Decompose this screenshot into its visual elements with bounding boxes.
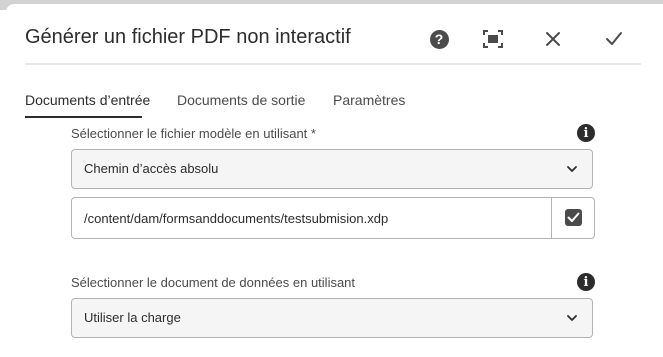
chevron-down-icon bbox=[567, 166, 577, 172]
info-icon[interactable]: i bbox=[577, 273, 595, 291]
data-document-field-label: Sélectionner le document de données en u… bbox=[71, 275, 356, 290]
template-field-label: Sélectionner le fichier modèle en utilis… bbox=[71, 126, 316, 141]
tab-output-documents[interactable]: Documents de sortie bbox=[177, 92, 305, 108]
checkmark-icon bbox=[567, 212, 580, 222]
path-divider bbox=[551, 198, 552, 238]
header-divider bbox=[25, 63, 641, 65]
template-source-select[interactable]: Chemin d’accès absolu bbox=[71, 149, 593, 189]
data-document-select[interactable]: Utiliser la charge bbox=[71, 298, 593, 338]
tab-input-documents[interactable]: Documents d’entrée bbox=[25, 92, 150, 108]
template-path-input[interactable] bbox=[72, 198, 552, 238]
info-icon[interactable]: i bbox=[577, 124, 595, 142]
template-source-value: Chemin d’accès absolu bbox=[84, 161, 219, 176]
check-icon bbox=[606, 32, 622, 45]
done-button[interactable] bbox=[602, 27, 626, 51]
close-icon bbox=[546, 32, 560, 46]
data-document-value: Utiliser la charge bbox=[84, 310, 181, 325]
help-button[interactable]: ? bbox=[427, 27, 451, 51]
fit-to-screen-icon bbox=[483, 30, 503, 48]
template-path-row bbox=[71, 197, 595, 239]
chevron-down-icon bbox=[567, 315, 577, 321]
active-tab-indicator bbox=[25, 116, 142, 118]
fullscreen-button[interactable] bbox=[481, 27, 505, 51]
path-checkbox[interactable] bbox=[565, 209, 582, 226]
dialog-title: Générer un fichier PDF non interactif bbox=[25, 26, 351, 48]
help-icon: ? bbox=[429, 29, 449, 49]
close-button[interactable] bbox=[541, 27, 565, 51]
tab-parameters[interactable]: Paramètres bbox=[333, 92, 405, 108]
